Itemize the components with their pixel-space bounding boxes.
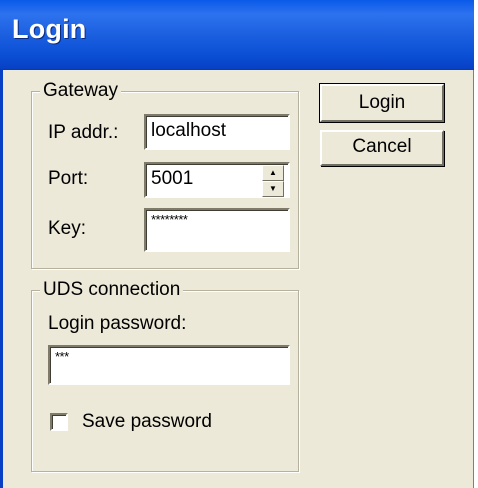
login-button[interactable]: Login bbox=[319, 83, 445, 123]
gateway-group: Gateway IP addr.: localhost Port: 5001 ▲… bbox=[31, 81, 299, 269]
port-label: Port: bbox=[48, 168, 89, 189]
key-label: Key: bbox=[48, 218, 87, 239]
save-password-label[interactable]: Save password bbox=[82, 411, 212, 433]
gateway-legend: Gateway bbox=[40, 81, 121, 101]
ip-address-label: IP addr.: bbox=[48, 122, 119, 143]
port-spinner: ▲ ▼ bbox=[262, 165, 286, 197]
spin-down-icon[interactable]: ▼ bbox=[262, 181, 284, 197]
window-title: Login bbox=[12, 14, 87, 44]
login-password-input[interactable]: *** bbox=[48, 345, 290, 385]
spin-up-icon[interactable]: ▲ bbox=[262, 165, 284, 181]
cancel-button[interactable]: Cancel bbox=[320, 130, 444, 166]
uds-connection-group: UDS connection Login password: *** Save … bbox=[31, 280, 299, 472]
save-password-checkbox[interactable] bbox=[50, 413, 68, 431]
dialog-client-area: Gateway IP addr.: localhost Port: 5001 ▲… bbox=[0, 70, 474, 488]
title-bar[interactable]: Login bbox=[0, 0, 474, 70]
login-dialog: Login Gateway IP addr.: localhost Port: … bbox=[0, 0, 474, 488]
login-password-label: Login password: bbox=[48, 313, 187, 334]
ip-address-input[interactable]: localhost bbox=[144, 114, 290, 150]
key-input[interactable]: ******** bbox=[144, 208, 290, 252]
uds-connection-legend: UDS connection bbox=[40, 280, 184, 300]
